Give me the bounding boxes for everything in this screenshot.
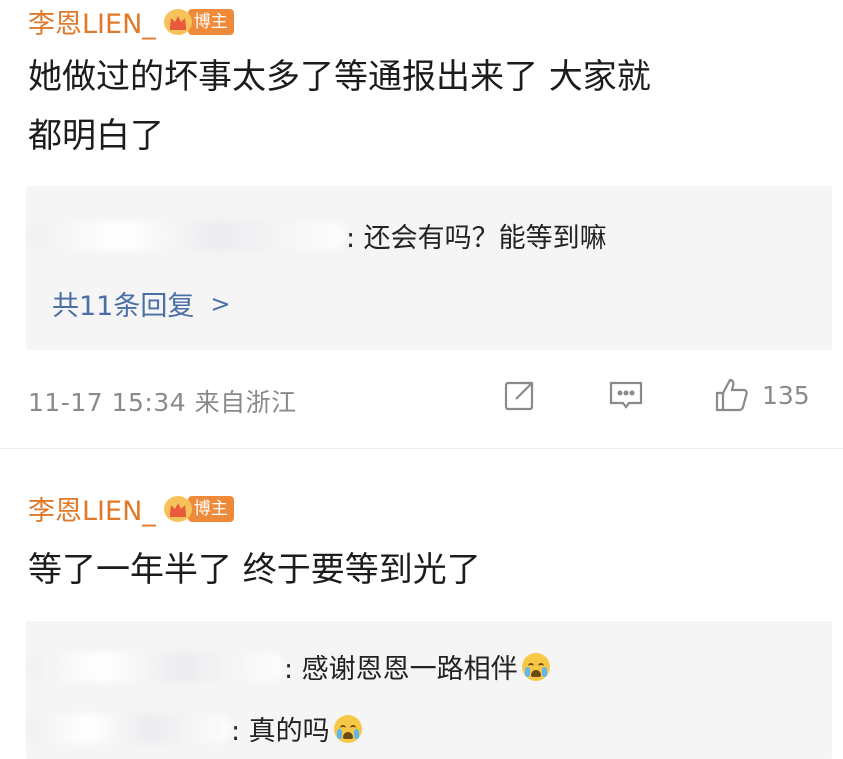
comment-text-line: 等了一年半了 终于要等到光了 xyxy=(28,550,481,590)
reply-text: : 感谢恩恩一路相伴 xyxy=(284,654,518,685)
reply-box: : 还会有吗？能等到嘛 共11条回复 > xyxy=(26,186,832,350)
comment-item: 李恩LIEN_ 博主 等了一年半了 终于要等到光了 : 感谢恩恩一路相伴 : 真… xyxy=(0,448,843,759)
badge-label: 博主 xyxy=(187,8,234,35)
comment-text: 她做过的坏事太多了等通报出来了 大家就 都明白了 xyxy=(28,48,818,166)
reply-count-label: 共11条回复 xyxy=(52,291,195,322)
username[interactable]: 李恩LIEN_ xyxy=(28,2,156,41)
blurred-username xyxy=(26,220,346,251)
view-all-replies-link[interactable]: 共11条回复 > xyxy=(52,284,230,323)
blogger-badge: 博主 xyxy=(163,495,234,522)
reply-item[interactable]: : 还会有吗？能等到嘛 xyxy=(26,216,607,255)
thumbs-up-icon xyxy=(715,378,748,412)
reply-text: : 真的吗 xyxy=(231,716,330,747)
reply-item[interactable]: : 真的吗 xyxy=(26,709,362,748)
chevron-right-icon: > xyxy=(210,289,231,318)
blurred-username xyxy=(26,651,284,682)
comment-text: 等了一年半了 终于要等到光了 xyxy=(28,541,818,600)
comment-item: 李恩LIEN_ 博主 她做过的坏事太多了等通报出来了 大家就 都明白了 : 还会… xyxy=(0,0,843,448)
blogger-badge: 博主 xyxy=(163,8,234,35)
crying-emoji-icon xyxy=(521,652,550,681)
comment-icon xyxy=(609,381,643,409)
comment-text-line: 都明白了 xyxy=(28,116,164,156)
share-icon xyxy=(504,381,534,411)
badge-label: 博主 xyxy=(187,495,234,522)
comment-header: 李恩LIEN_ 博主 xyxy=(28,2,234,41)
share-button[interactable] xyxy=(500,375,540,415)
reply-box: : 感谢恩恩一路相伴 : 真的吗 xyxy=(26,621,832,759)
blurred-username xyxy=(26,713,231,744)
crown-badge-icon xyxy=(163,495,192,522)
reply-item[interactable]: : 感谢恩恩一路相伴 xyxy=(26,647,550,686)
crying-emoji-icon xyxy=(333,714,362,743)
like-count: 135 xyxy=(762,380,810,410)
username[interactable]: 李恩LIEN_ xyxy=(28,489,156,528)
comment-header: 李恩LIEN_ 博主 xyxy=(28,489,234,528)
like-button[interactable]: 135 xyxy=(712,375,810,415)
reply-text: : 还会有吗？能等到嘛 xyxy=(346,223,607,254)
action-bar: 135 xyxy=(0,375,843,419)
crown-badge-icon xyxy=(163,8,192,35)
comment-text-line: 她做过的坏事太多了等通报出来了 大家就 xyxy=(28,57,651,97)
comment-button[interactable] xyxy=(606,375,646,415)
